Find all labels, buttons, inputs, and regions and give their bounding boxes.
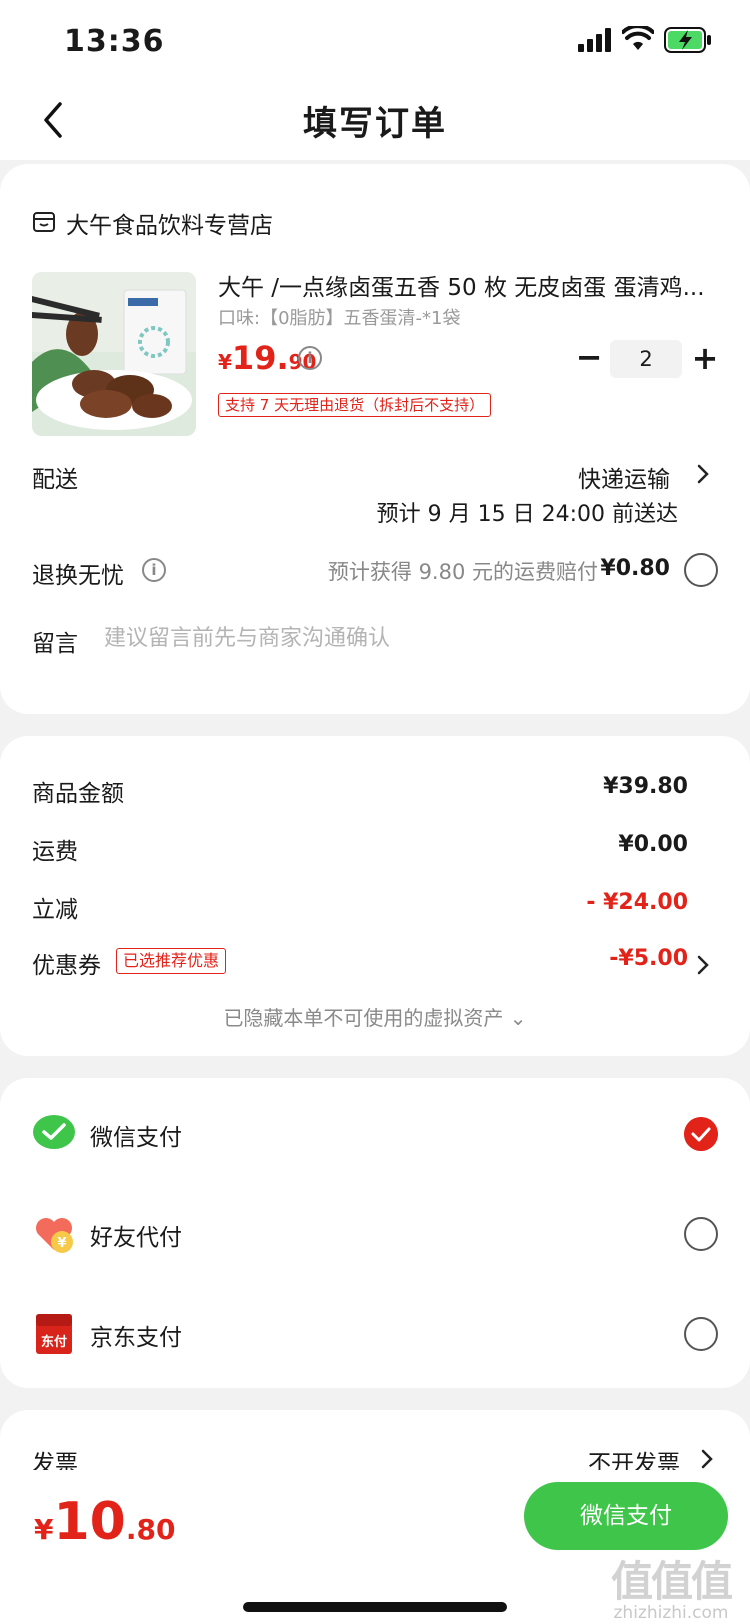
message-input[interactable] <box>104 620 704 656</box>
shipping-eta: 预计 9 月 15 日 24:00 前送达 <box>376 502 678 527</box>
friend-pay-icon: ¥ <box>36 1218 73 1253</box>
page-title: 填写订单 <box>303 104 447 144</box>
status-bar: 13:36 <box>0 0 750 82</box>
submit-pay-button[interactable]: 微信支付 <box>524 1482 728 1550</box>
payment-methods-card: 微信支付 ¥ 好友代付 东付 京东支付 <box>0 1078 750 1388</box>
discount-label: 立减 <box>32 897 78 923</box>
total-integer: 10 <box>53 1492 126 1552</box>
total-currency: ¥ <box>34 1513 54 1546</box>
wechat-pay-icon <box>33 1115 75 1149</box>
selected-check-icon[interactable] <box>684 1117 718 1151</box>
watermark-logo: 值值值 zhizhizhi.com <box>596 1548 746 1623</box>
wifi-icon <box>622 26 654 50</box>
goods-amount-value: ¥39.80 <box>603 774 688 799</box>
product-image[interactable] <box>32 272 196 436</box>
price-currency: ¥ <box>218 350 232 374</box>
price-info-icon[interactable]: i <box>298 346 322 370</box>
checkout-bar: ¥10.80 微信支付 值值值 zhizhizhi.com <box>0 1470 750 1624</box>
store-icon <box>33 212 55 232</box>
status-time: 13:36 <box>64 24 165 59</box>
total-decimal: .80 <box>125 1513 176 1546</box>
payment-option-friend[interactable]: ¥ 好友代付 <box>0 1186 750 1282</box>
payment-label: 微信支付 <box>90 1125 182 1151</box>
payment-radio[interactable] <box>684 1217 718 1251</box>
store-name[interactable]: 大午食品饮料专营店 <box>66 206 273 240</box>
payment-label: 京东支付 <box>90 1325 182 1351</box>
chevron-right-icon[interactable] <box>696 954 710 976</box>
svg-text:¥: ¥ <box>57 1236 66 1251</box>
chevron-right-icon[interactable] <box>700 1448 714 1470</box>
return-insurance-radio[interactable] <box>684 553 718 587</box>
chevron-right-icon[interactable] <box>696 463 710 485</box>
payment-radio[interactable] <box>684 1317 718 1351</box>
nav-bar: 填写订单 <box>0 82 750 160</box>
shipping-method[interactable]: 快递运输 <box>578 460 670 494</box>
watermark-text: 值值值 <box>610 1557 733 1606</box>
return-insurance-amount: ¥0.80 <box>600 556 670 581</box>
battery-charging-icon <box>664 27 711 53</box>
return-info-icon[interactable]: i <box>142 558 166 582</box>
quantity-value[interactable]: 2 <box>610 340 682 378</box>
shipping-fee-row: 运费 ¥0.00 <box>32 832 688 866</box>
fee-summary-card: 商品金额 ¥39.80 运费 ¥0.00 立减 - ¥24.00 优惠券 已选推… <box>0 736 750 1056</box>
return-insurance-label: 退换无忧 <box>32 563 124 589</box>
coupon-value: -¥5.00 <box>609 946 688 971</box>
goods-amount-row: 商品金额 ¥39.80 <box>32 774 688 808</box>
hidden-assets-toggle[interactable]: 已隐藏本单不可使用的虚拟资产 ⌄ <box>0 1002 750 1031</box>
quantity-minus-button[interactable]: − <box>574 341 604 374</box>
shipping-fee-label: 运费 <box>32 839 78 865</box>
home-indicator[interactable] <box>243 1602 507 1612</box>
jd-pay-icon: 东付 <box>36 1314 72 1354</box>
goods-amount-label: 商品金额 <box>32 781 124 807</box>
signal-icon <box>578 28 611 52</box>
payment-option-jd[interactable]: 东付 京东支付 <box>0 1286 750 1382</box>
quantity-plus-button[interactable]: + <box>690 342 720 374</box>
coupon-row[interactable]: 优惠券 已选推荐优惠 -¥5.00 <box>32 946 688 980</box>
price-integer: 19. <box>231 339 289 377</box>
jd-pay-icon-text: 东付 <box>41 1334 67 1350</box>
product-title[interactable]: 大午 /一点缘卤蛋五香 50 枚 无皮卤蛋 蛋清鸡... <box>218 268 718 302</box>
shipping-fee-value: ¥0.00 <box>618 832 688 857</box>
return-insurance-desc: 预计获得 9.80 元的运费赔付 <box>327 560 598 584</box>
discount-row: 立减 - ¥24.00 <box>32 890 688 924</box>
message-label: 留言 <box>32 631 78 657</box>
coupon-label: 优惠券 <box>32 953 101 979</box>
total-amount: ¥10.80 <box>34 1492 175 1552</box>
coupon-tag: 已选推荐优惠 <box>116 948 227 974</box>
shipping-label: 配送 <box>32 467 78 493</box>
payment-label: 好友代付 <box>90 1225 182 1251</box>
return-policy-tag: 支持 7 天无理由退货（拆封后不支持） <box>218 393 492 417</box>
screen: 13:36 填写订单 大午食品饮料专营店 大午 /一点缘卤蛋五香 50 枚 无皮… <box>0 0 750 1624</box>
order-card: 大午食品饮料专营店 大午 /一点缘卤蛋五香 50 枚 无皮卤蛋 蛋清鸡... 口… <box>0 164 750 714</box>
payment-option-wechat[interactable]: 微信支付 <box>0 1086 750 1182</box>
discount-value: - ¥24.00 <box>586 890 688 915</box>
product-spec[interactable]: 口味:【0脂肪】五香蛋清-*1袋 <box>218 304 460 330</box>
